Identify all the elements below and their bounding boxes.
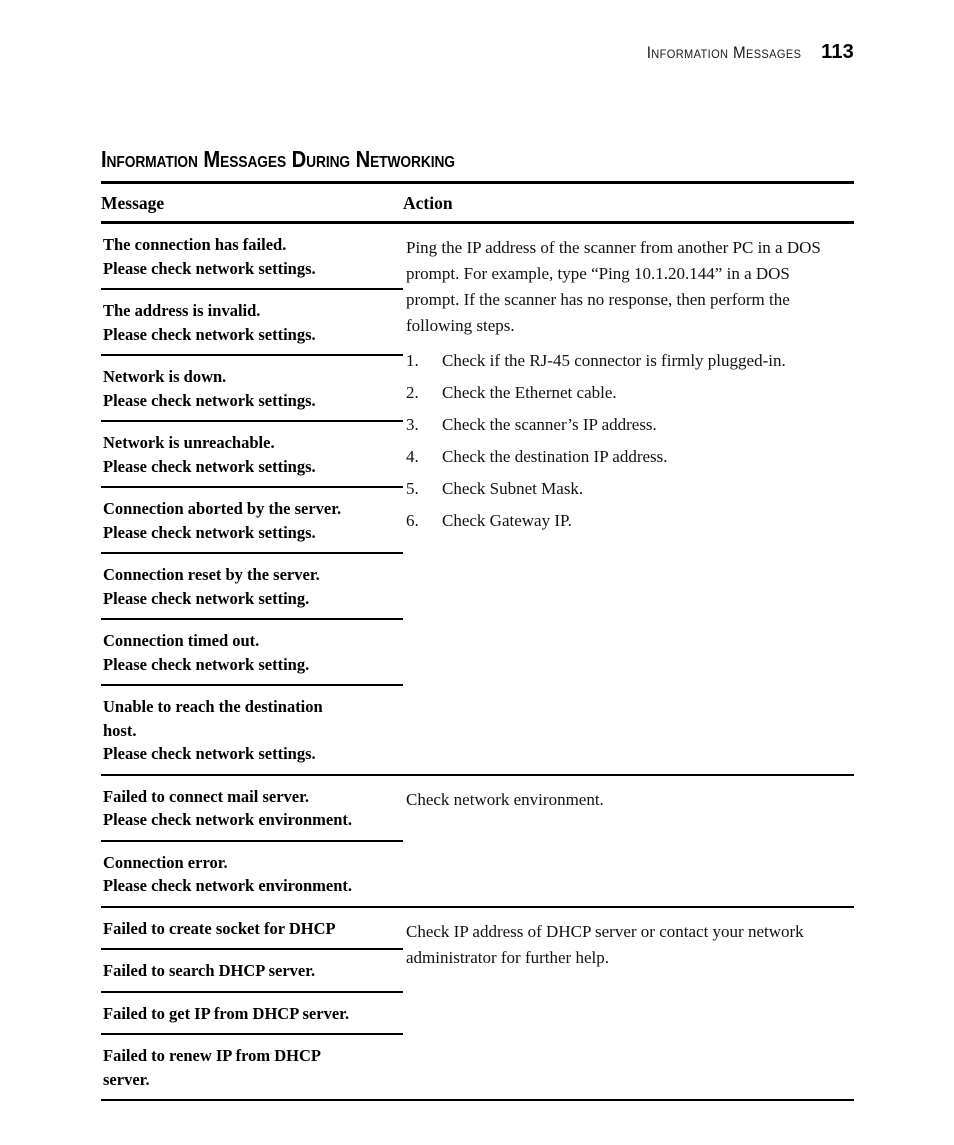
action-paragraph: Check IP address of DHCP server or conta… [406,921,804,967]
action-column: Check network environment. [403,776,854,906]
list-item: 4. Check the destination IP address. [406,441,854,473]
message-line: Network is down. [103,367,227,386]
section-heading: Information Messages During Networking [101,146,455,172]
message-column: The connection has failed. Please check n… [101,224,403,774]
step-text: Check Gateway IP. [442,511,572,530]
message-line: Connection timed out. [103,631,260,650]
table-row: Network is down. Please check network set… [101,356,403,422]
group-divider-rule [101,1099,854,1101]
message-line: Connection aborted by the server. [103,499,342,518]
list-item: 5. Check Subnet Mask. [406,473,854,505]
step-number: 2. [406,383,419,402]
message-line: Failed to create socket for DHCP [103,918,336,938]
table-row: Failed to get IP from DHCP server. [101,993,403,1035]
step-text: Check Subnet Mask. [442,479,584,498]
message-line: Connection reset by the server. [103,565,320,584]
list-item: 3. Check the scanner’s IP address. [406,409,854,441]
message-line: Please check network setting. [103,588,310,608]
action-paragraph: Ping the IP address of the scanner from … [406,238,821,335]
action-column: Check IP address of DHCP server or conta… [403,908,854,1100]
step-number: 6. [406,511,419,530]
table-row: Connection error. Please check network en… [101,842,403,906]
message-line: The connection has failed. [103,235,287,254]
step-text: Check the scanner’s IP address. [442,415,657,434]
message-line: Please check network settings. [103,744,316,763]
action-paragraph: Check network environment. [406,789,604,809]
list-item: 2. Check the Ethernet cable. [406,377,854,409]
list-item: 1. Check if the RJ-45 connector is firmly… [406,345,854,377]
step-text: Check the destination IP address. [442,447,668,466]
document-page: Information Messages 113 Information Mes… [0,0,954,1145]
running-head-title: Information Messages [646,44,802,62]
message-line: Failed to get IP from DHCP server. [103,1003,350,1023]
step-number: 1. [406,351,419,370]
table-group: The connection has failed. Please check n… [101,224,854,774]
column-header-action: Action [403,193,453,213]
message-line: Unable to reach the destination [103,697,323,716]
message-line: Network is unreachable. [103,433,275,452]
message-line: Please check network setting. [103,654,310,674]
message-line: Failed to connect mail server. [103,786,310,806]
table-group: Failed to connect mail server. Please che… [101,776,854,906]
table-row: Failed to connect mail server. Please che… [101,776,403,842]
message-column: Failed to create socket for DHCP Failed t… [101,908,403,1100]
message-line: host. [103,720,137,740]
step-text: Check if the RJ-45 connector is firmly p… [442,351,786,370]
action-steps-list: 1. Check if the RJ-45 connector is firmly… [406,345,854,537]
message-line: Please check network settings. [103,258,316,278]
action-column: Ping the IP address of the scanner from … [403,224,854,774]
table-body: The connection has failed. Please check n… [101,224,854,1101]
information-messages-table: Message Action The connection has failed… [101,181,854,1101]
table-row: Connection timed out. Please check networ… [101,620,403,686]
table-row: Failed to create socket for DHCP [101,908,403,950]
message-line: Please check network environment. [103,810,352,829]
list-item: 6. Check Gateway IP. [406,505,854,537]
message-line: The address is invalid. [103,301,261,320]
step-text: Check the Ethernet cable. [442,383,617,402]
table-header-row: Message Action [101,184,854,221]
message-line: Please check network settings. [103,390,316,410]
step-number: 3. [406,415,419,434]
message-line: Failed to renew IP from DHCP [103,1046,321,1065]
table-row: Network is unreachable. Please check netw… [101,422,403,488]
column-header-message: Message [101,193,165,213]
message-line: Please check network environment. [103,876,352,895]
message-line: Failed to search DHCP server. [103,961,316,980]
message-line: Please check network settings. [103,324,316,344]
running-head: Information Messages 113 [640,41,854,64]
table-row: Failed to search DHCP server. [101,950,403,993]
step-number: 4. [406,447,419,466]
table-row: Unable to reach the destination host. Plea… [101,686,403,774]
message-line: Connection error. [103,852,228,872]
message-line: server. [103,1069,150,1089]
table-row: Failed to renew IP from DHCP server. [101,1035,403,1099]
step-number: 5. [406,479,419,498]
message-column: Failed to connect mail server. Please che… [101,776,403,906]
table-row: The connection has failed. Please check n… [101,224,403,290]
table-row: The address is invalid. Please check netw… [101,290,403,356]
message-line: Please check network settings. [103,522,316,542]
message-line: Please check network settings. [103,456,316,476]
page-number: 113 [821,41,854,63]
table-group: Failed to create socket for DHCP Failed t… [101,908,854,1100]
table-row: Connection aborted by the server. Please … [101,488,403,554]
table-row: Connection reset by the server. Please ch… [101,554,403,620]
